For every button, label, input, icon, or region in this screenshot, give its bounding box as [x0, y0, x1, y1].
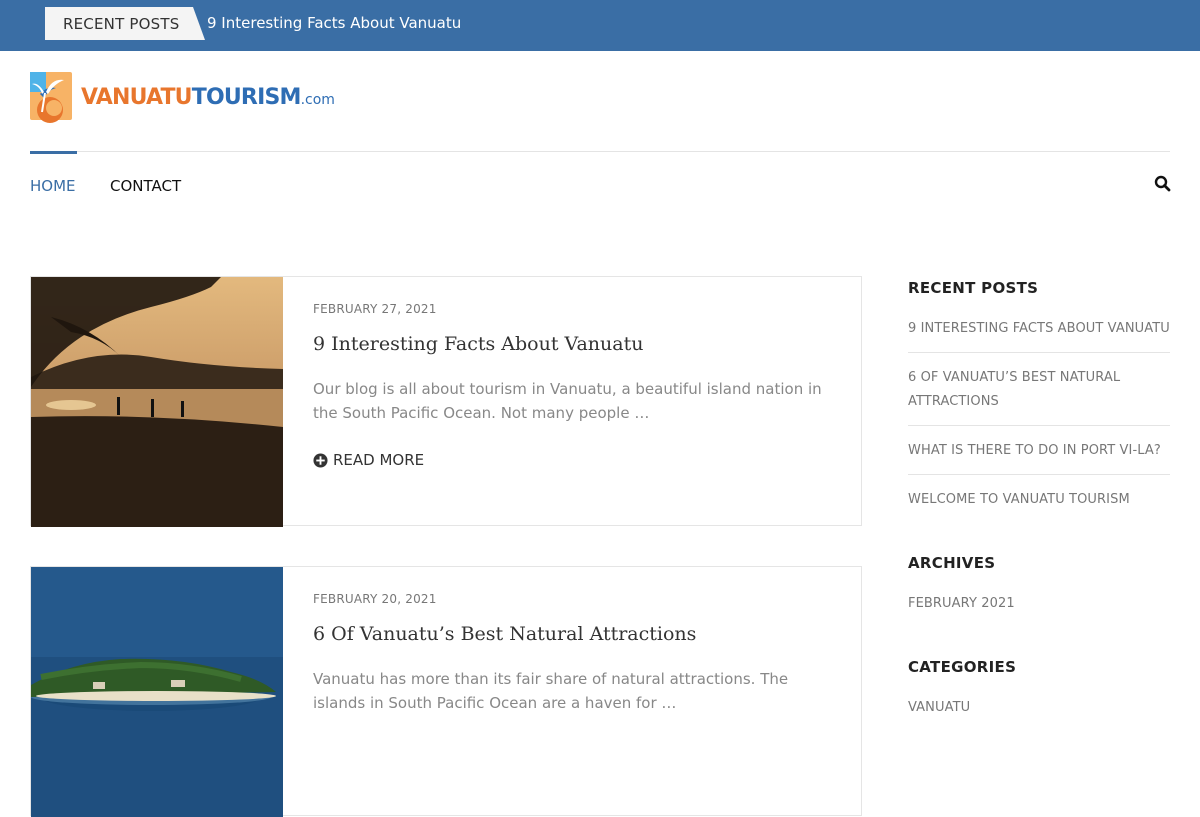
sidebar-recent-posts-title: RECENT POSTS [908, 279, 1039, 297]
logo-wordmark: VANUATUTOURISM.com [81, 85, 335, 110]
sidebar-archives-title: ARCHIVES [908, 554, 996, 572]
sidebar-divider [908, 352, 1170, 353]
nav-contact[interactable]: CONTACT [110, 177, 181, 195]
read-more-label: READ MORE [333, 451, 425, 469]
logo-palm-icon [30, 72, 72, 123]
sidebar-archive-link[interactable]: FEBRUARY 2021 [908, 592, 1170, 616]
sidebar-recent-post-link[interactable]: 6 OF VANUATU’S BEST NATURAL ATTRACTIONS [908, 366, 1170, 414]
sidebar-categories-title: CATEGORIES [908, 658, 1017, 676]
plus-circle-icon [313, 452, 328, 468]
site-logo[interactable]: VANUATUTOURISM.com [30, 72, 335, 128]
sidebar-recent-post-link[interactable]: WELCOME TO VANUATU TOURISM [908, 488, 1170, 512]
recent-posts-tag: RECENT POSTS [45, 7, 205, 40]
post-date: FEBRUARY 27, 2021 [313, 302, 437, 316]
logo-text-com: .com [300, 92, 335, 108]
post-excerpt: Our blog is all about tourism in Vanuatu… [313, 380, 822, 422]
nav-active-indicator [30, 151, 77, 154]
ticker-post-link[interactable]: 9 Interesting Facts About Vanuatu [207, 14, 461, 32]
post-title-link[interactable]: 6 Of Vanuatu’s Best Natural Attractions [313, 623, 696, 645]
post-date: FEBRUARY 20, 2021 [313, 592, 437, 606]
sidebar-recent-post-link[interactable]: WHAT IS THERE TO DO IN PORT VI-LA? [908, 439, 1170, 463]
post-thumbnail-island[interactable] [31, 567, 283, 817]
logo-text-tourism: TOURISM [191, 85, 302, 110]
recent-posts-tag-label: RECENT POSTS [63, 15, 180, 33]
sidebar-recent-post-link[interactable]: 9 INTERESTING FACTS ABOUT VANUATU [908, 317, 1170, 341]
nav-home[interactable]: HOME [30, 177, 76, 195]
post-thumbnail-sunset[interactable] [31, 277, 283, 527]
post-card: FEBRUARY 20, 2021 6 Of Vanuatu’s Best Na… [30, 566, 862, 817]
post-title-link[interactable]: 9 Interesting Facts About Vanuatu [313, 333, 643, 355]
sidebar-divider [908, 474, 1170, 475]
sidebar-divider [908, 425, 1170, 426]
search-icon[interactable] [1154, 175, 1172, 193]
sidebar-category-link[interactable]: VANUATU [908, 696, 1170, 720]
logo-text-vanuatu: VANUATU [81, 85, 193, 110]
read-more-link[interactable]: READ MORE [313, 451, 424, 469]
top-bar: RECENT POSTS 9 Interesting Facts About V… [0, 0, 1200, 51]
post-card: FEBRUARY 27, 2021 9 Interesting Facts Ab… [30, 276, 862, 527]
nav-divider [30, 151, 1170, 152]
post-excerpt: Vanuatu has more than its fair share of … [313, 670, 789, 712]
